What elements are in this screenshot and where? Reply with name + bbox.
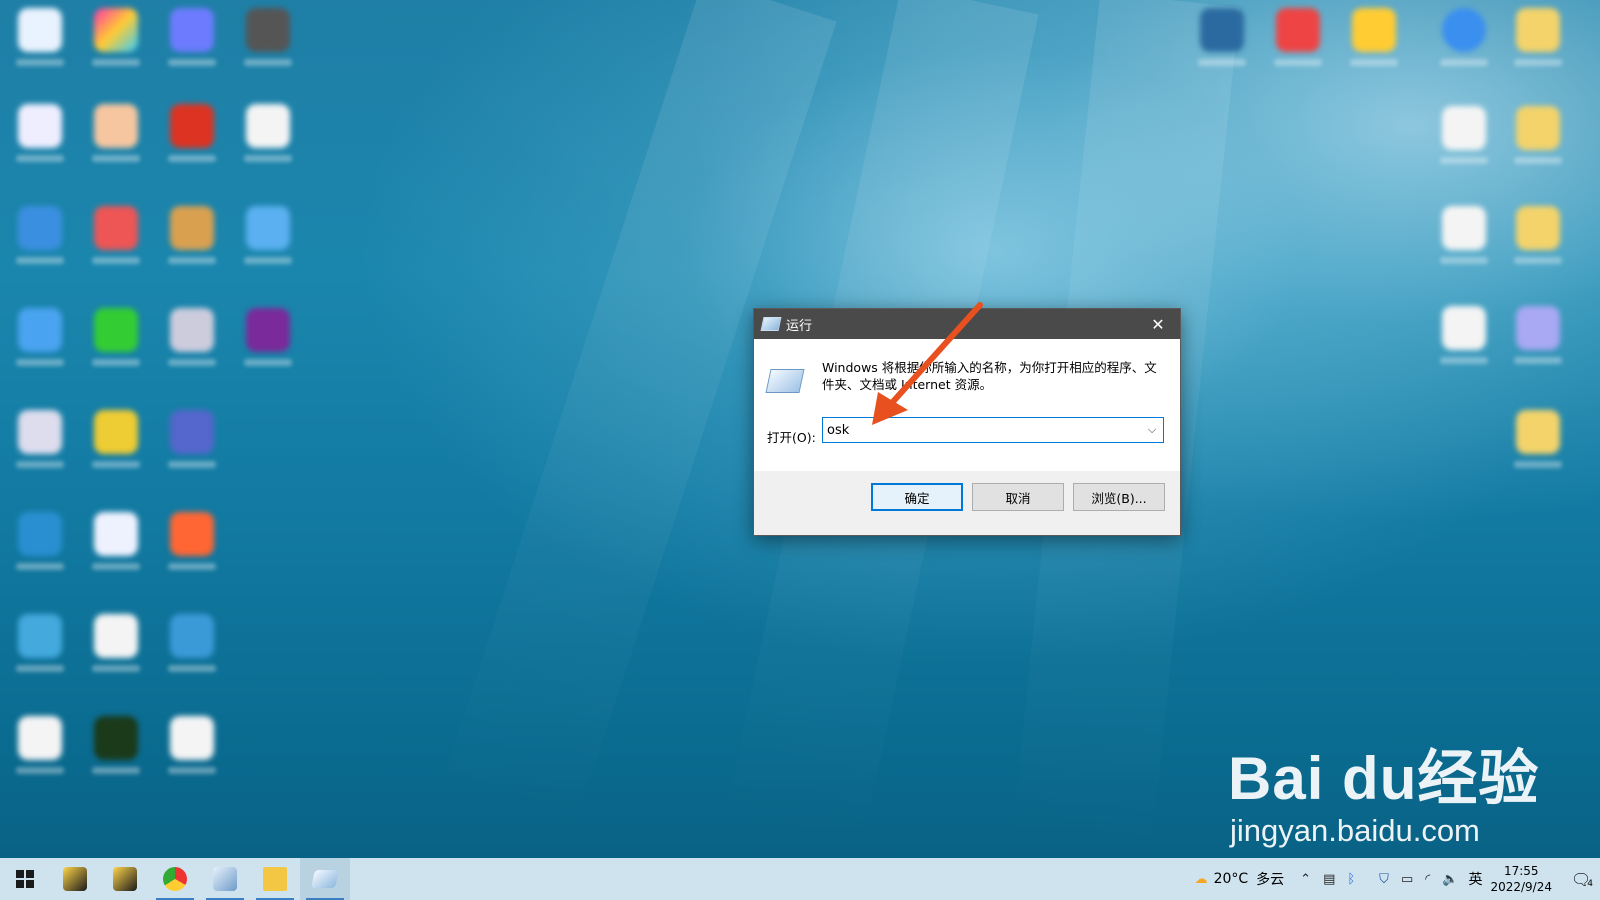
taskbar: ☁ 20°C 多云 ⌃ ▤ ᛒ ⛉ ▭ ◜ 🔈 英 17:55 2022/9/2… (0, 858, 1600, 900)
desktop-icon[interactable] (8, 104, 72, 174)
open-label: 打开(O): (767, 430, 816, 445)
desktop-icon[interactable] (1506, 206, 1570, 276)
taskbar-app[interactable] (50, 858, 100, 900)
desktop-icon[interactable] (84, 308, 148, 378)
taskbar-app-chrome[interactable] (150, 858, 200, 900)
desktop-icon[interactable] (160, 206, 224, 276)
desktop-icon[interactable] (1432, 106, 1496, 176)
close-icon[interactable]: ✕ (1136, 309, 1180, 339)
folder-icon (263, 867, 287, 891)
desktop-icon[interactable] (8, 308, 72, 378)
desktop-icon[interactable] (84, 716, 148, 786)
desktop-icon[interactable] (1432, 206, 1496, 276)
start-button[interactable] (0, 858, 50, 900)
run-program-icon (765, 369, 805, 393)
run-dialog-titlebar[interactable]: 运行 ✕ (754, 309, 1180, 339)
battery-icon[interactable]: ▭ (1401, 872, 1413, 887)
desktop-icon[interactable] (236, 308, 300, 378)
taskbar-app-run[interactable] (300, 858, 350, 900)
shield-icon[interactable]: ⛉ (1379, 872, 1389, 887)
desktop-icon[interactable] (1266, 8, 1330, 78)
desktop-icon[interactable] (1432, 306, 1496, 376)
desktop-icon[interactable] (8, 512, 72, 582)
weather-icon[interactable]: ☁ (1195, 872, 1208, 887)
desktop-icon[interactable] (84, 614, 148, 684)
volume-icon[interactable]: 🔈 (1442, 872, 1458, 887)
run-icon (760, 317, 782, 331)
watermark-brand: Bai du经验 (1228, 745, 1540, 812)
desktop-icon[interactable] (1342, 8, 1406, 78)
ime-indicator[interactable]: 英 (1468, 869, 1482, 889)
notification-count: 4 (1587, 879, 1594, 889)
desktop-icon[interactable] (8, 410, 72, 480)
desktop-icon[interactable] (1506, 106, 1570, 176)
clock-date: 2022/9/24 (1490, 880, 1552, 894)
ok-button[interactable]: 确定 (871, 483, 963, 511)
desktop-icon[interactable] (160, 512, 224, 582)
desktop-icon[interactable] (160, 410, 224, 480)
desktop-icon[interactable] (8, 716, 72, 786)
desktop-icon[interactable] (84, 104, 148, 174)
desktop-icon[interactable] (1432, 8, 1496, 78)
wifi-icon[interactable]: ◜ (1425, 872, 1430, 887)
desktop-icon[interactable] (236, 206, 300, 276)
tray-chevron-icon[interactable]: ⌃ (1300, 872, 1311, 887)
desktop-icon[interactable] (8, 206, 72, 276)
watermark-site: jingyan.baidu.com (1230, 813, 1480, 848)
taskbar-app-explorer[interactable] (250, 858, 300, 900)
run-icon (311, 870, 339, 888)
taskbar-app[interactable] (200, 858, 250, 900)
app-icon (213, 867, 237, 891)
desktop-icon[interactable] (84, 8, 148, 78)
app-icon (113, 867, 137, 891)
chrome-icon (163, 867, 187, 891)
desktop-icon[interactable] (1506, 410, 1570, 480)
desktop-icon[interactable] (236, 104, 300, 174)
run-description: Windows 将根据你所输入的名称，为你打开相应的程序、文件夹、文档或 Int… (822, 360, 1157, 392)
desktop-icon[interactable] (160, 308, 224, 378)
clock[interactable]: 17:55 2022/9/24 (1490, 863, 1552, 895)
desktop-icon[interactable] (84, 410, 148, 480)
desktop-icon[interactable] (160, 104, 224, 174)
chevron-down-icon[interactable]: ⌵ (1141, 423, 1163, 437)
windows-start-icon (16, 870, 34, 888)
open-input[interactable] (823, 421, 1129, 439)
desktop-icon[interactable] (8, 614, 72, 684)
network-icon[interactable]: ▤ (1323, 872, 1335, 887)
baidu-watermark: Bai du经验 jingyan.baidu.com (1228, 730, 1539, 849)
system-tray: ☁ 20°C 多云 ⌃ ▤ ᛒ ⛉ ▭ ◜ 🔈 英 17:55 2022/9/2… (1189, 858, 1600, 900)
run-dialog-body: Windows 将根据你所输入的名称，为你打开相应的程序、文件夹、文档或 Int… (754, 339, 1180, 471)
clock-time: 17:55 (1503, 864, 1539, 878)
desktop-icon[interactable] (160, 614, 224, 684)
desktop-icon[interactable] (84, 512, 148, 582)
open-combobox[interactable]: ⌵ (822, 417, 1164, 443)
run-dialog-title: 运行 (786, 318, 813, 334)
app-icon (63, 867, 87, 891)
desktop-icon[interactable] (84, 206, 148, 276)
notification-icon[interactable]: 🗨 4 (1564, 858, 1600, 900)
desktop-icon[interactable] (1190, 8, 1254, 78)
taskbar-app[interactable] (100, 858, 150, 900)
desktop-icon[interactable] (8, 8, 72, 78)
desktop-icon[interactable] (236, 8, 300, 78)
bluetooth-icon[interactable]: ᛒ (1347, 872, 1355, 887)
run-dialog: 运行 ✕ Windows 将根据你所输入的名称，为你打开相应的程序、文件夹、文档… (753, 308, 1181, 536)
weather-desc[interactable]: 多云 (1256, 869, 1284, 889)
desktop-icon[interactable] (160, 716, 224, 786)
browse-button[interactable]: 浏览(B)... (1073, 483, 1165, 511)
weather-temp[interactable]: 20°C (1214, 871, 1249, 887)
desktop-icon[interactable] (1506, 306, 1570, 376)
desktop-icon[interactable] (1506, 8, 1570, 78)
cancel-button[interactable]: 取消 (972, 483, 1064, 511)
desktop-icon[interactable] (160, 8, 224, 78)
